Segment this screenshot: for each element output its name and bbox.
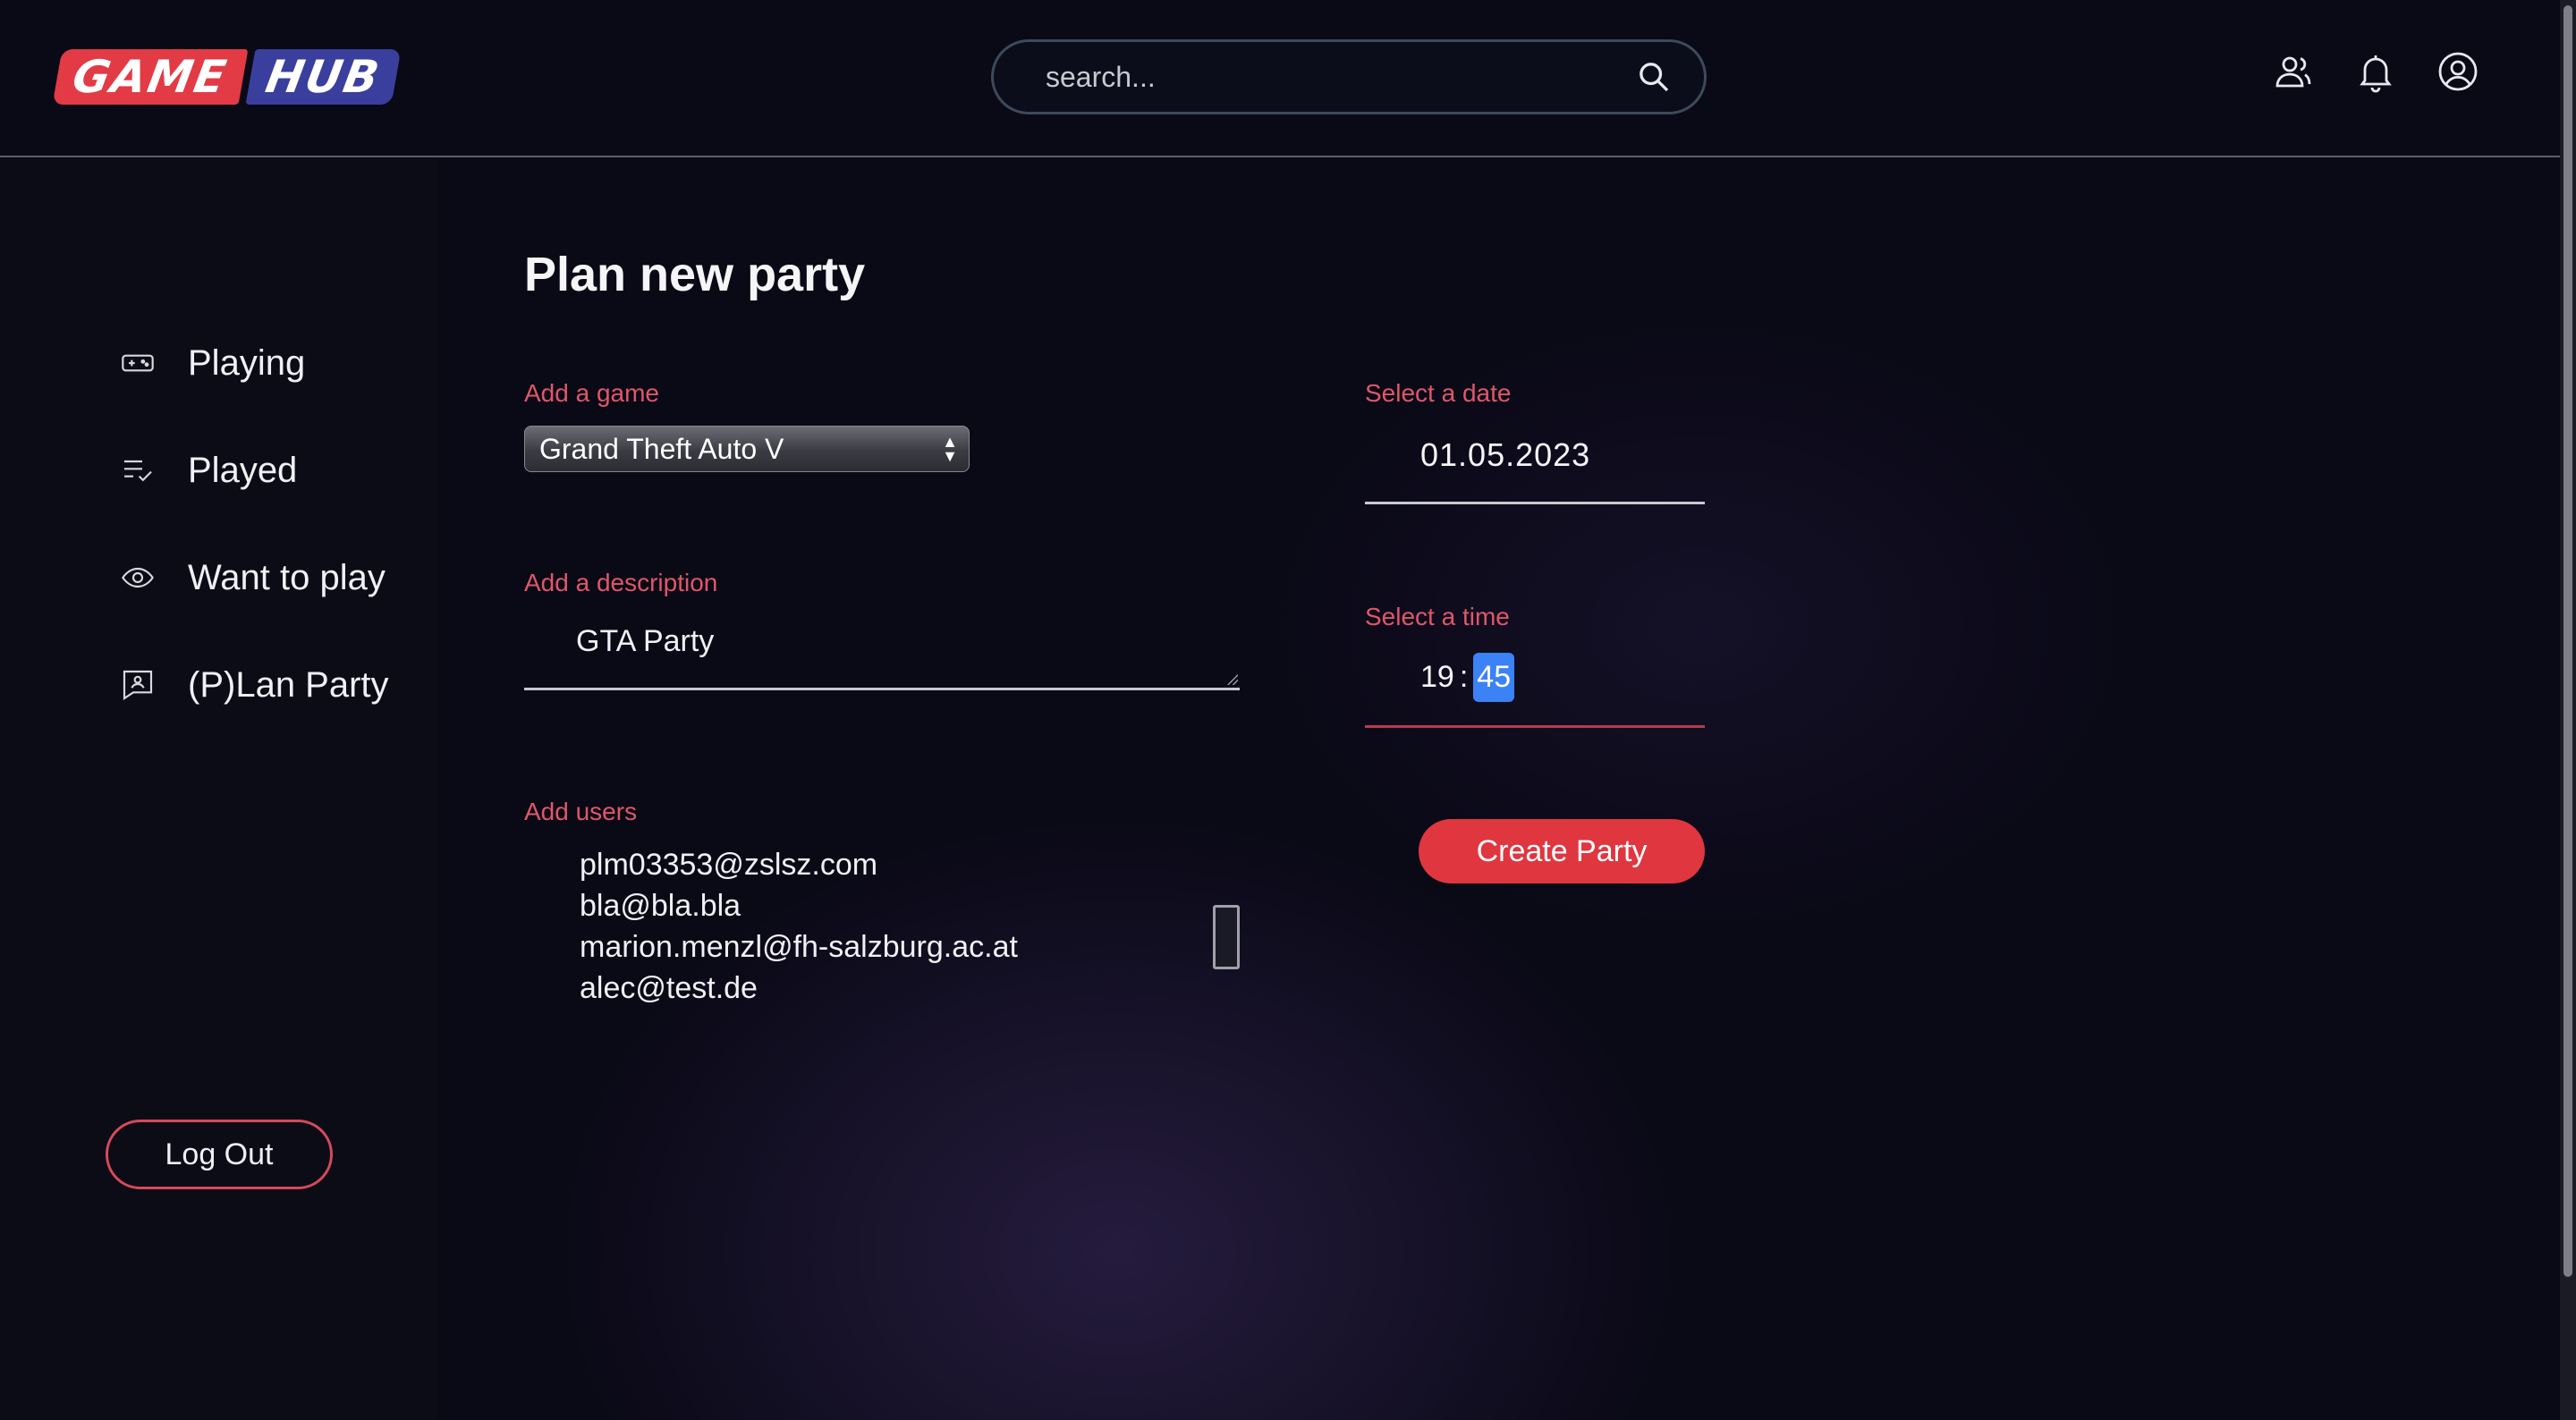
sidebar-item-played[interactable]: Played [120, 445, 389, 495]
sidebar-item-lan-party[interactable]: (P)Lan Party [120, 660, 389, 710]
sidebar-nav: Playing Played Want to play (P)Lan Party [120, 338, 389, 767]
sidebar-item-want-to-play[interactable]: Want to play [120, 553, 389, 603]
date-value: 01.05.2023 [1420, 436, 1591, 473]
top-header: GAME HUB [0, 0, 2560, 157]
page-title: Plan new party [524, 248, 866, 301]
sidebar-item-label: Want to play [188, 557, 386, 597]
users-list-scrollbar[interactable] [1213, 905, 1240, 969]
time-value: 19 : 45 [1420, 653, 1515, 702]
search-icon[interactable] [1636, 59, 1672, 95]
description-label: Add a description [524, 569, 718, 596]
create-party-button[interactable]: Create Party [1419, 819, 1705, 883]
time-separator: : [1459, 660, 1469, 694]
time-label: Select a time [1365, 603, 1510, 630]
page-scrollbar[interactable] [2560, 0, 2576, 1420]
list-item[interactable]: alec@test.de [580, 968, 1240, 1009]
friends-icon[interactable] [2272, 50, 2315, 93]
search-bar [991, 39, 1707, 114]
checklist-icon [124, 460, 152, 482]
account-icon[interactable] [2436, 50, 2479, 93]
gamepad-icon [122, 354, 154, 372]
resize-grip-icon[interactable] [1225, 672, 1238, 685]
description-textarea[interactable]: GTA Party [524, 612, 1240, 690]
time-input[interactable]: 19 : 45 [1365, 644, 1705, 728]
date-input[interactable]: 01.05.2023 [1365, 429, 1705, 504]
users-label: Add users [524, 798, 638, 825]
list-item[interactable]: bla@bla.bla [580, 885, 1240, 926]
header-icons [2272, 50, 2479, 93]
bell-icon[interactable] [2354, 50, 2397, 93]
game-select[interactable]: Grand Theft Auto V ▲ ▼ [524, 426, 970, 472]
game-label: Add a game [524, 379, 659, 407]
list-item[interactable]: marion.menzl@fh-salzburg.ac.at [580, 926, 1240, 968]
users-list[interactable]: plm03353@zslsz.com bla@bla.bla marion.me… [524, 844, 1240, 1010]
logo-game-text: GAME [52, 49, 249, 105]
gamehub-logo[interactable]: GAME HUB [52, 43, 401, 111]
sidebar-item-playing[interactable]: Playing [120, 338, 389, 388]
logo-hub-text: HUB [245, 49, 401, 105]
time-hour[interactable]: 19 [1420, 660, 1454, 695]
party-icon [123, 670, 153, 701]
search-input[interactable] [1046, 60, 1636, 94]
list-item[interactable]: plm03353@zslsz.com [580, 844, 1240, 885]
date-label: Select a date [1365, 379, 1512, 407]
page-scrollbar-thumb[interactable] [2563, 5, 2572, 1277]
select-arrows-icon: ▲ ▼ [942, 433, 958, 465]
game-select-value: Grand Theft Auto V [539, 432, 784, 465]
sidebar: Playing Played Want to play (P)Lan Party [0, 159, 438, 1420]
logout-button[interactable]: Log Out [106, 1120, 333, 1189]
sidebar-item-label: (P)Lan Party [188, 664, 389, 705]
sidebar-item-label: Playing [188, 342, 306, 383]
eye-icon [122, 567, 154, 588]
time-minute[interactable]: 45 [1473, 653, 1515, 702]
sidebar-item-label: Played [188, 450, 298, 490]
